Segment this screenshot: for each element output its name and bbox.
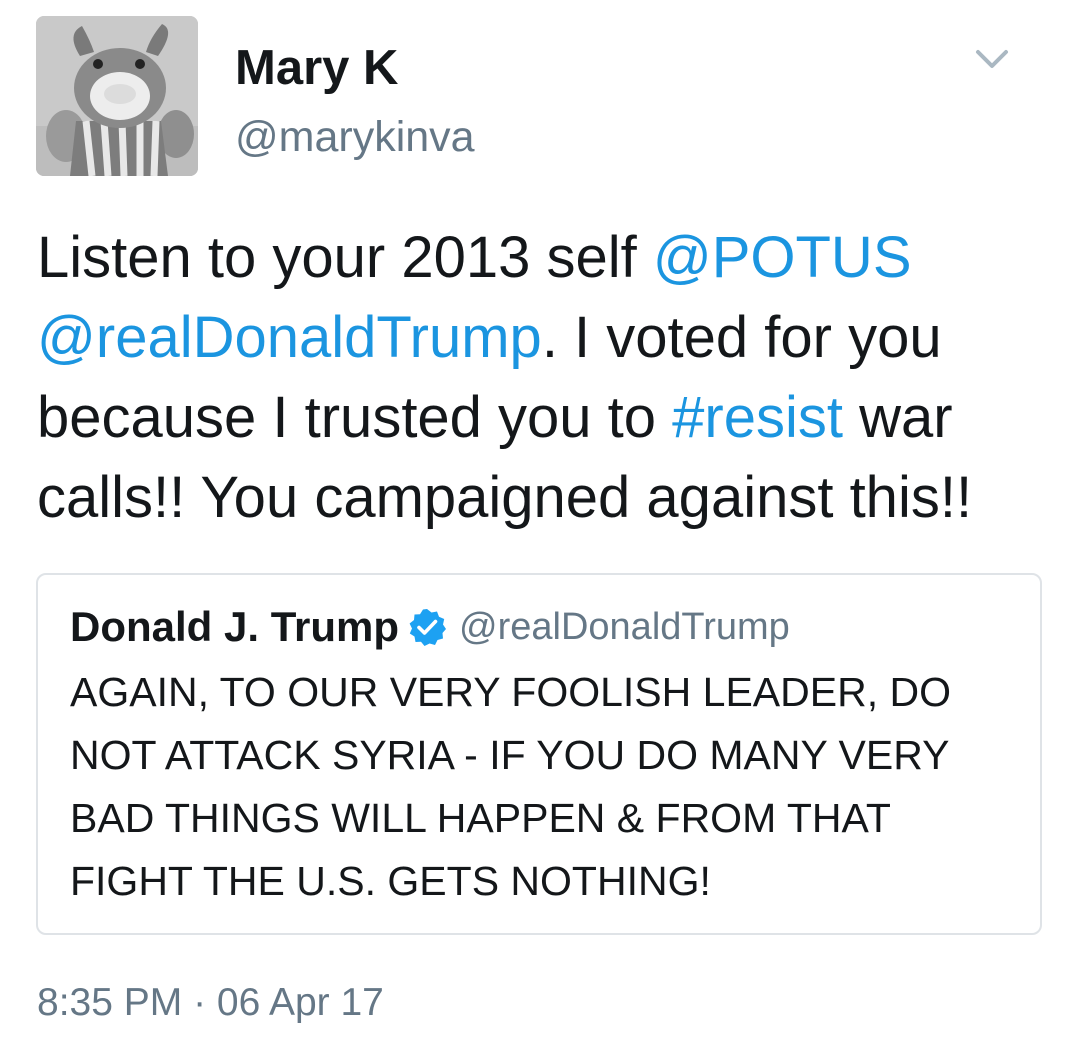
quoted-tweet-header: Donald J. Trump @realDonaldTrump — [70, 601, 790, 653]
tweet-text-segment: Listen to your 2013 self — [37, 225, 653, 290]
hashtag-resist-link[interactable]: #resist — [672, 385, 843, 450]
mention-realdonaldtrump-link[interactable]: @realDonaldTrump — [37, 305, 542, 370]
verified-badge-icon — [407, 607, 447, 647]
tweet-timestamp: 8:35 PM · 06 Apr 17 — [37, 981, 384, 1024]
tweet-text: Listen to your 2013 self @POTUS @realDon… — [37, 218, 1057, 538]
quoted-tweet-text: AGAIN, TO OUR VERY FOOLISH LEADER, DO NO… — [70, 669, 951, 904]
quoted-author-name: Donald J. Trump — [70, 603, 400, 650]
chevron-down-icon[interactable] — [970, 44, 1014, 74]
quoted-tweet-card[interactable]: Donald J. Trump @realDonaldTrump AGAIN, … — [36, 573, 1042, 935]
avatar-image — [36, 16, 198, 176]
author-display-name[interactable]: Mary K — [235, 38, 398, 98]
quoted-author-handle: @realDonaldTrump — [459, 606, 790, 648]
author-handle[interactable]: @marykinva — [235, 110, 475, 164]
mention-potus-link[interactable]: @POTUS — [653, 225, 912, 290]
avatar[interactable] — [36, 16, 198, 176]
